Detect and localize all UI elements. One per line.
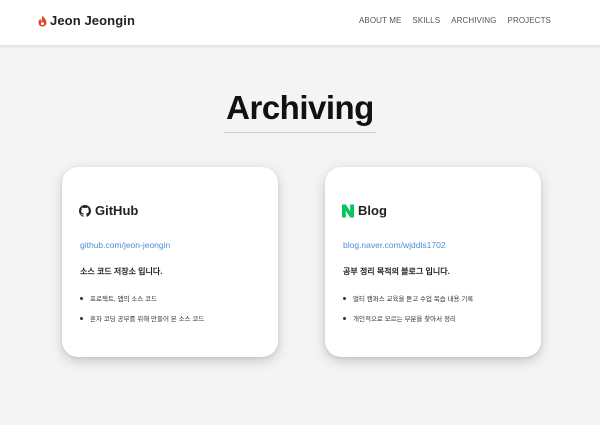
naver-blog-icon — [342, 204, 354, 217]
nav-about-me[interactable]: ABOUT ME — [359, 16, 401, 25]
list-item: 개인적으로 모르는 부분을 찾아서 정리 — [343, 313, 473, 323]
card-description: 소스 코드 저장소 입니다. — [80, 267, 163, 276]
github-card[interactable]: GitHub github.com/jeon-jeongin 소스 코드 저장소… — [62, 167, 278, 357]
bullet-icon — [343, 316, 346, 320]
brand-name: Jeon Jeongin — [50, 13, 135, 28]
blog-link[interactable]: blog.naver.com/wjddls1702 — [343, 240, 446, 250]
card-header: Blog — [342, 203, 387, 218]
card-header: GitHub — [79, 203, 138, 218]
top-navbar: Jeon Jeongin ABOUT ME SKILLS ARCHIVING P… — [0, 0, 600, 45]
card-bullet-list: 멀티 캠퍼스 교육을 듣고 수업 복습 내용 기록 개인적으로 모르는 부분을 … — [343, 293, 473, 333]
bullet-icon — [80, 316, 83, 320]
nav-projects[interactable]: PROJECTS — [508, 16, 551, 25]
card-bullet-list: 프로젝트, 앱의 소스 코드 혼자 코딩 공부를 위해 만들어 본 소스 코드 — [80, 293, 204, 333]
bullet-icon — [80, 296, 83, 300]
list-item-text: 개인적으로 모르는 부분을 찾아서 정리 — [353, 316, 456, 323]
nav-skills[interactable]: SKILLS — [412, 16, 440, 25]
nav-archiving[interactable]: ARCHIVING — [451, 16, 496, 25]
list-item-text: 멀티 캠퍼스 교육을 듣고 수업 복습 내용 기록 — [353, 296, 474, 303]
github-icon — [79, 204, 91, 217]
list-item-text: 프로젝트, 앱의 소스 코드 — [90, 296, 158, 303]
main-nav: ABOUT ME SKILLS ARCHIVING PROJECTS — [359, 16, 551, 25]
section-title: Archiving — [224, 88, 376, 133]
list-item: 프로젝트, 앱의 소스 코드 — [80, 293, 204, 303]
list-item-text: 혼자 코딩 공부를 위해 만들어 본 소스 코드 — [90, 316, 205, 323]
card-title: Blog — [358, 203, 387, 218]
flame-logo-icon — [38, 15, 47, 26]
bullet-icon — [343, 296, 346, 300]
brand[interactable]: Jeon Jeongin — [38, 13, 135, 28]
card-title: GitHub — [95, 203, 139, 218]
blog-card[interactable]: Blog blog.naver.com/wjddls1702 공부 정리 목적의… — [325, 167, 541, 357]
list-item: 멀티 캠퍼스 교육을 듣고 수업 복습 내용 기록 — [343, 293, 473, 303]
card-description: 공부 정리 목적의 블로그 입니다. — [343, 267, 450, 276]
archiving-section-header: Archiving — [0, 88, 600, 133]
list-item: 혼자 코딩 공부를 위해 만들어 본 소스 코드 — [80, 313, 204, 323]
github-link[interactable]: github.com/jeon-jeongin — [80, 240, 170, 250]
